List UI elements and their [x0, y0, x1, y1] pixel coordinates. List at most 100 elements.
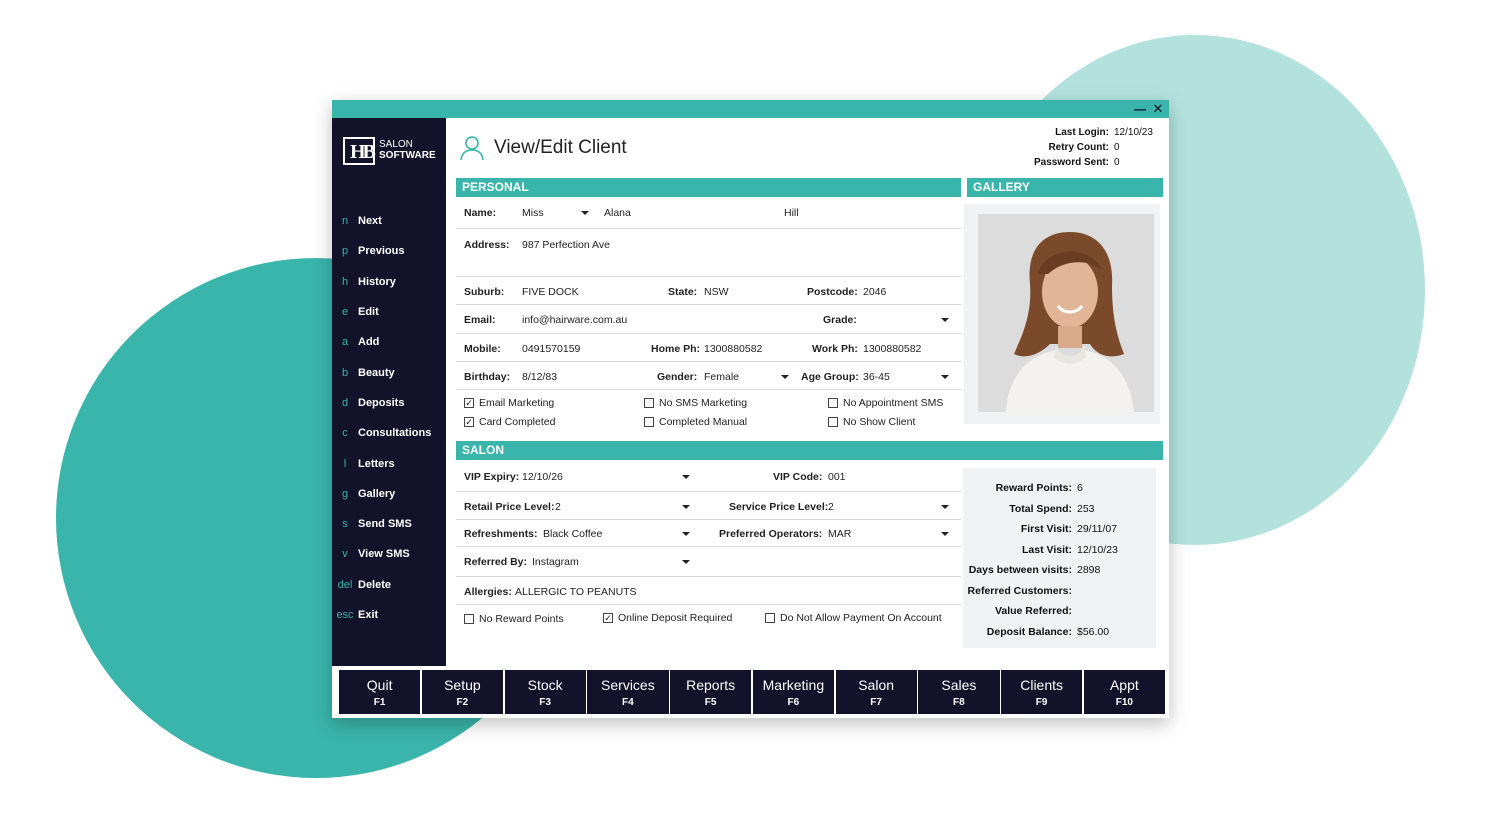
retail-price-level-select[interactable]: 2: [555, 501, 561, 513]
last-name-field[interactable]: Hill: [784, 207, 799, 219]
home-phone-field[interactable]: 1300880582: [704, 343, 762, 355]
fkey-label: Setup: [444, 677, 481, 693]
sidebar-item-send-sms[interactable]: s Send SMS: [332, 509, 446, 539]
allergies-field[interactable]: ALLERGIC TO PEANUTS: [515, 586, 637, 598]
do-not-allow-payment-checkbox[interactable]: [765, 613, 775, 623]
fkey-code: F8: [953, 697, 965, 708]
sidebar-item-exit[interactable]: esc Exit: [332, 600, 446, 630]
clients-button[interactable]: Clients F9: [1001, 670, 1083, 714]
refreshments-dropdown-icon[interactable]: [682, 532, 690, 536]
divider: [456, 576, 961, 577]
state-field[interactable]: NSW: [704, 286, 729, 298]
address-field[interactable]: 987 Perfection Ave: [522, 239, 610, 251]
mobile-field[interactable]: 0491570159: [522, 343, 580, 355]
vip-code-field[interactable]: 001: [828, 471, 846, 483]
service-price-level-select[interactable]: 2: [828, 501, 834, 513]
sidebar-item-gallery[interactable]: g Gallery: [332, 479, 446, 509]
sidebar-item-next[interactable]: n Next: [332, 206, 446, 236]
stat-label: Value Referred:: [994, 605, 1072, 617]
online-deposit-required-checkbox[interactable]: ✓: [603, 613, 613, 623]
stat-label: Deposit Balance:: [986, 625, 1072, 638]
sidebar: HB SALON SOFTWARE n Next p Previous h Histo…: [332, 118, 446, 666]
salon-button[interactable]: Salon F7: [835, 670, 917, 714]
title-select[interactable]: Miss: [522, 207, 544, 219]
marketing-button[interactable]: Marketing F6: [752, 670, 834, 714]
checkbox-label: Email Marketing: [479, 397, 555, 409]
divider: [456, 333, 961, 334]
service-price-dropdown-icon[interactable]: [941, 505, 949, 509]
no-appointment-sms-checkbox[interactable]: [828, 398, 838, 408]
divider: [456, 519, 961, 520]
preferred-operators-dropdown-icon[interactable]: [941, 532, 949, 536]
referred-by-select[interactable]: Instagram: [532, 556, 579, 568]
close-icon[interactable]: ✕: [1150, 101, 1166, 117]
preferred-operators-select[interactable]: MAR: [828, 528, 851, 540]
fkey-label: Stock: [527, 677, 563, 693]
password-sent-value: 0: [1114, 157, 1120, 168]
sidebar-item-history[interactable]: h History: [332, 267, 446, 297]
vip-expiry-dropdown-icon[interactable]: [682, 475, 690, 479]
vip-expiry-select[interactable]: 12/10/26: [522, 471, 563, 483]
sales-button[interactable]: Sales F8: [918, 670, 1000, 714]
completed-manual-checkbox[interactable]: [644, 417, 654, 427]
fkey-code: F3: [539, 697, 551, 708]
person-outline-icon: [460, 136, 484, 161]
fkey-label: Marketing: [762, 677, 825, 693]
sidebar-item-label: Add: [358, 336, 380, 349]
email-marketing-checkbox[interactable]: ✓: [464, 398, 474, 408]
sidebar-item-deposits[interactable]: d Deposits: [332, 388, 446, 418]
stock-button[interactable]: Stock F3: [504, 670, 586, 714]
minimize-icon[interactable]: —: [1132, 101, 1148, 117]
divider: [456, 276, 961, 277]
suburb-field[interactable]: FIVE DOCK: [522, 286, 579, 298]
no-show-client-checkbox[interactable]: [828, 417, 838, 427]
sidebar-item-add[interactable]: a Add: [332, 327, 446, 357]
gender-select[interactable]: Female: [704, 371, 739, 383]
grade-dropdown-icon[interactable]: [941, 318, 949, 322]
services-button[interactable]: Services F4: [587, 670, 669, 714]
reports-button[interactable]: Reports F5: [670, 670, 752, 714]
sidebar-item-label: Letters: [358, 457, 395, 470]
shortcut-key: s: [342, 518, 348, 531]
allergies-label: Allergies:: [464, 586, 512, 598]
divider: [456, 546, 961, 547]
stat-label: Referred Customers:: [967, 584, 1072, 597]
fkey-code: F9: [1035, 697, 1048, 708]
card-completed-checkbox[interactable]: ✓: [464, 417, 474, 427]
sidebar-item-delete[interactable]: del Delete: [332, 570, 446, 600]
service-price-level-label: Service Price Level:: [729, 501, 829, 513]
stat-value: 253: [1077, 502, 1095, 515]
preferred-operators-label: Preferred Operators:: [719, 528, 823, 540]
state-label: State:: [668, 286, 698, 298]
sidebar-item-edit[interactable]: e Edit: [332, 297, 446, 327]
postcode-field[interactable]: 2046: [863, 286, 886, 298]
sidebar-item-view-sms[interactable]: v View SMS: [332, 539, 446, 569]
sidebar-item-previous[interactable]: p Previous: [332, 236, 446, 266]
checkbox-label: Completed Manual: [659, 416, 748, 428]
function-key-bar: Quit F1 Setup F2 Stock F3 Services F4 Report…: [339, 670, 1165, 714]
fkey-label: Appt: [1109, 677, 1139, 693]
age-group-dropdown-icon[interactable]: [941, 375, 949, 379]
sidebar-item-letters[interactable]: l Letters: [332, 448, 446, 478]
title-dropdown-icon[interactable]: [581, 211, 589, 215]
gender-dropdown-icon[interactable]: [781, 375, 789, 379]
birthday-field[interactable]: 8/12/83: [522, 371, 557, 383]
sidebar-item-consultations[interactable]: c Consultations: [332, 418, 446, 448]
referred-by-dropdown-icon[interactable]: [682, 560, 690, 564]
gender-label: Gender:: [657, 371, 698, 383]
quit-button[interactable]: Quit F1: [339, 670, 421, 714]
shortcut-key: g: [341, 487, 349, 500]
refreshments-select[interactable]: Black Coffee: [543, 528, 602, 540]
email-field[interactable]: info@hairware.com.au: [522, 314, 627, 326]
age-group-select[interactable]: 36-45: [863, 371, 890, 383]
no-reward-points-checkbox[interactable]: [464, 614, 474, 624]
work-phone-field[interactable]: 1300880582: [863, 343, 921, 355]
sidebar-item-beauty[interactable]: b Beauty: [332, 357, 446, 387]
appt-button[interactable]: Appt F10: [1083, 670, 1165, 714]
client-photo[interactable]: [978, 214, 1154, 412]
stat-label: Reward Points:: [995, 482, 1072, 494]
retail-price-dropdown-icon[interactable]: [682, 505, 690, 509]
no-sms-marketing-checkbox[interactable]: [644, 398, 654, 408]
first-name-field[interactable]: Alana: [604, 207, 631, 219]
setup-button[interactable]: Setup F2: [421, 670, 503, 714]
